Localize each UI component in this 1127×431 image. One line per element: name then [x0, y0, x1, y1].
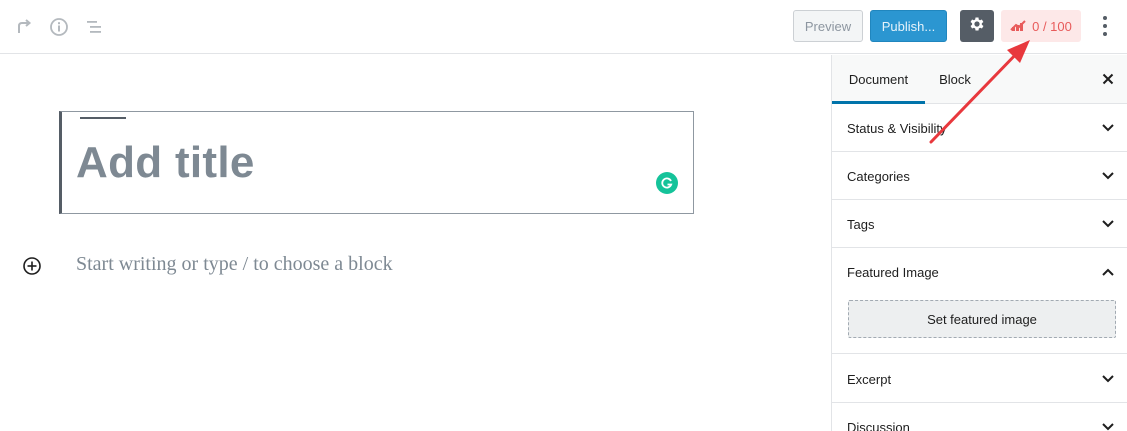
panel-excerpt[interactable]: Excerpt [832, 355, 1127, 403]
panel-label: Discussion [847, 419, 910, 431]
panel-label: Categories [847, 168, 910, 184]
post-title-input[interactable]: Add title [76, 138, 255, 188]
post-title-block[interactable]: Add title [59, 111, 694, 214]
grammarly-icon[interactable] [656, 172, 678, 194]
block-placeholder[interactable]: Start writing or type / to choose a bloc… [76, 253, 393, 276]
editor-toolbar: Preview Publish... 0 / 100 [0, 0, 1127, 54]
more-menu-button[interactable] [1094, 13, 1116, 39]
settings-button[interactable] [960, 10, 994, 42]
set-featured-image-button[interactable]: Set featured image [848, 300, 1116, 338]
chevron-down-icon [1100, 168, 1116, 184]
sidebar-tabs: Document Block [832, 55, 1127, 104]
tab-block[interactable]: Block [925, 55, 985, 104]
info-icon[interactable] [47, 15, 71, 39]
seo-score-label: 0 / 100 [1032, 18, 1072, 34]
vertical-ellipsis-icon [1103, 16, 1107, 20]
chevron-down-icon [1100, 419, 1116, 431]
featured-image-body: Set featured image [832, 296, 1127, 354]
chevron-down-icon [1100, 371, 1116, 387]
chevron-down-icon [1100, 216, 1116, 232]
preview-button[interactable]: Preview [793, 10, 863, 42]
close-icon[interactable] [1098, 69, 1118, 89]
redo-icon[interactable] [12, 15, 36, 39]
title-toolbar-handle [80, 117, 126, 119]
panel-label: Featured Image [847, 264, 939, 280]
settings-sidebar: Document Block Status & Visibility Categ… [831, 55, 1127, 431]
panel-discussion[interactable]: Discussion [832, 403, 1127, 431]
panel-featured-image[interactable]: Featured Image [832, 248, 1127, 296]
panel-label: Tags [847, 216, 875, 232]
chevron-up-icon [1100, 264, 1116, 280]
seo-score-icon [1010, 19, 1026, 34]
tab-document[interactable]: Document [832, 55, 925, 104]
seo-score-button[interactable]: 0 / 100 [1001, 10, 1081, 42]
panel-status-visibility[interactable]: Status & Visibility [832, 104, 1127, 152]
panel-label: Excerpt [847, 371, 892, 387]
add-block-icon[interactable] [22, 256, 42, 276]
block-editor: Preview Publish... 0 / 100 Add title Sta… [0, 0, 1127, 431]
panel-tags[interactable]: Tags [832, 200, 1127, 248]
publish-button[interactable]: Publish... [870, 10, 947, 42]
gear-icon [968, 15, 986, 38]
list-outline-icon[interactable] [82, 15, 106, 39]
panel-categories[interactable]: Categories [832, 152, 1127, 200]
panel-label: Status & Visibility [847, 120, 947, 136]
chevron-down-icon [1100, 120, 1116, 136]
